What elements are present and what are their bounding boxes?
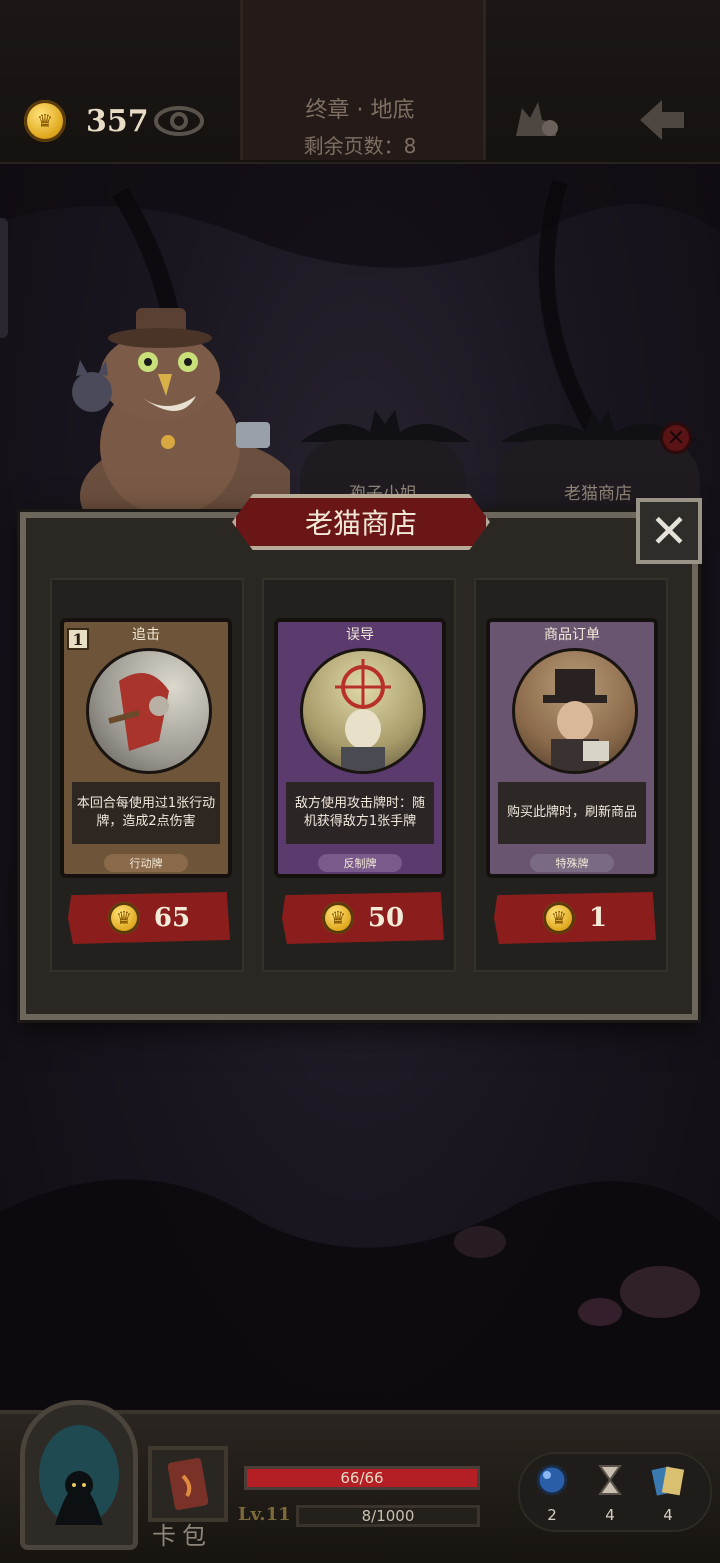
player-level: Lv.11 xyxy=(238,1504,291,1525)
price-label: 1 xyxy=(588,903,608,933)
crown-coin-icon: ♛ xyxy=(542,902,575,934)
card-art-mislead xyxy=(300,648,426,774)
hooded-figure-icon xyxy=(39,1425,119,1525)
price-label: 50 xyxy=(367,903,405,933)
shopkeeper-character xyxy=(72,308,290,526)
card-art-order xyxy=(512,648,638,774)
card-description: 敌方使用攻击牌时：随机获得敌方1张手牌 xyxy=(286,782,434,844)
close-button[interactable]: ✕ xyxy=(636,498,702,564)
card-art-chase xyxy=(86,648,212,774)
player-portrait[interactable] xyxy=(20,1400,138,1550)
card-chase[interactable]: 1 追击 本回合每使用过1张行动牌，造成2点伤害 行动牌 xyxy=(60,618,232,878)
npc-close-icon[interactable]: ✕ xyxy=(660,422,692,454)
blue-orb-icon xyxy=(536,1464,568,1496)
card-bag-icon xyxy=(167,1458,209,1510)
crown-coin-icon: ♛ xyxy=(24,100,66,142)
card-mislead[interactable]: 误导 敌方使用攻击牌时：随机获得敌方1张手牌 反制牌 xyxy=(274,618,446,878)
card-type: 反制牌 xyxy=(318,854,402,872)
buy-button-3[interactable]: ♛ 1 xyxy=(494,892,656,944)
npc-tab-cat-shop-label: 老猫商店 xyxy=(564,484,632,504)
resource-count: 4 xyxy=(663,1506,673,1524)
cards-icon xyxy=(651,1466,685,1496)
card-type: 特殊牌 xyxy=(530,854,614,872)
resource-cards[interactable]: 4 xyxy=(640,1462,696,1524)
hp-text: 66/66 xyxy=(340,1469,384,1487)
pages-remaining: 剩余页数：8 xyxy=(303,134,417,158)
card-bag-label: 卡包 xyxy=(152,1522,212,1550)
resource-count: 2 xyxy=(547,1506,557,1524)
price-label: 65 xyxy=(153,903,191,933)
card-title: 误导 xyxy=(346,627,374,643)
card-title: 追击 xyxy=(132,627,160,643)
buy-button-1[interactable]: ♛ 65 xyxy=(68,892,230,944)
shop-title: 老猫商店 xyxy=(232,494,490,550)
cat-silhouette-icon[interactable] xyxy=(512,96,560,142)
resource-orb[interactable]: 2 xyxy=(524,1462,580,1524)
side-drawer-handle[interactable] xyxy=(0,218,8,338)
card-description: 本回合每使用过1张行动牌，造成2点伤害 xyxy=(72,782,220,844)
crown-coin-icon: ♛ xyxy=(321,902,354,934)
card-bag-button[interactable] xyxy=(148,1446,228,1522)
xp-text: 8/1000 xyxy=(361,1507,415,1525)
card-order[interactable]: 商品订单 购买此牌时，刷新商品 特殊牌 xyxy=(486,618,658,878)
card-title: 商品订单 xyxy=(544,627,600,643)
card-type: 行动牌 xyxy=(104,854,188,872)
back-arrow-icon[interactable] xyxy=(636,96,688,144)
game-screen: ♛ 357 终章 · 地底 剩余页数：8 孢子小姐 老猫商店 ✕ xyxy=(0,0,720,1563)
gold-amount: 357 xyxy=(86,104,149,139)
eye-icon[interactable] xyxy=(154,104,204,138)
card-description: 购买此牌时，刷新商品 xyxy=(498,782,646,844)
buy-button-2[interactable]: ♛ 50 xyxy=(282,892,444,944)
close-x-icon: ✕ xyxy=(649,504,689,558)
chapter-title: 终章 · 地底 xyxy=(305,98,415,123)
resource-hourglass[interactable]: 4 xyxy=(582,1462,638,1524)
hourglass-icon xyxy=(598,1465,622,1495)
crown-coin-icon: ♛ xyxy=(107,902,140,934)
resource-count: 4 xyxy=(605,1506,615,1524)
